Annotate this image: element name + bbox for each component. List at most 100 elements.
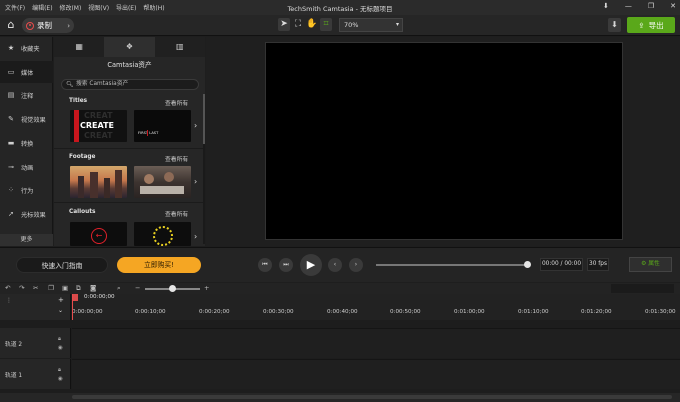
library-scrollbar[interactable] <box>203 94 205 244</box>
copy-icon[interactable]: ❐ <box>48 283 54 294</box>
section-title-callouts: Callouts <box>69 209 96 215</box>
film-icon: ▦ <box>75 42 83 51</box>
eye-icon[interactable]: ◉ <box>58 345 63 351</box>
magnet-icon[interactable]: ⋮ <box>6 297 12 304</box>
record-icon <box>26 21 34 30</box>
sidebar-item-favorites[interactable]: ★ 收藏夹 <box>0 37 53 59</box>
chevron-right-icon[interactable]: › <box>194 121 197 130</box>
chevron-right-icon[interactable]: › <box>67 22 70 30</box>
close-button[interactable]: ✕ <box>670 2 676 10</box>
callout-thumbnail-arrow[interactable]: ← <box>70 222 127 246</box>
search-input[interactable]: 🔍︎ 搜索 Camtasia资产 <box>61 79 199 90</box>
main-toolbar: ⌂ 录制 › ➤ ⛶ ✋ ⌗ 70% ▾ ⬇ ⇪ 导出 <box>0 15 680 36</box>
timeline-scroll-box[interactable] <box>611 284 674 293</box>
properties-label: 属性 <box>648 261 660 267</box>
download-icon[interactable]: ⬇ <box>608 18 621 32</box>
view-all-footage-link[interactable]: 查看所有 <box>165 154 188 163</box>
sidebar-item-visual-effects[interactable]: ✎ 视觉效果 <box>0 108 53 130</box>
lock-icon[interactable]: 🔒︎ <box>58 336 61 343</box>
window-controls: ⬇ — ❐ ✕ <box>603 2 676 10</box>
move-tool-icon[interactable]: ⛶ <box>292 18 304 31</box>
redo-icon[interactable]: ↷ <box>19 283 24 294</box>
chevron-right-icon[interactable]: › <box>194 232 197 241</box>
sidebar-item-label: 行为 <box>21 187 34 195</box>
red-divider <box>147 130 148 136</box>
ruler-label: 0:01:00;00 <box>454 309 485 315</box>
menu-modify[interactable]: 修改(M) <box>59 5 81 12</box>
zoom-in-icon[interactable]: + <box>204 283 209 294</box>
preview-canvas[interactable] <box>265 42 623 240</box>
zoom-out-icon[interactable]: − <box>135 283 140 294</box>
menu-help[interactable]: 帮助(H) <box>143 5 164 12</box>
seek-handle[interactable] <box>524 261 531 268</box>
footage-thumbnail-people[interactable] <box>134 166 191 198</box>
playhead[interactable] <box>72 294 73 320</box>
sidebar-item-transitions[interactable]: ▬ 转换 <box>0 132 53 154</box>
cut-icon[interactable]: ✂ <box>33 283 38 294</box>
ruler-label: 0:00:50;00 <box>390 309 421 315</box>
timeline-ruler[interactable]: 0:00:00;00 0:00:10;00 0:00:20;00 0:00:30… <box>72 294 680 320</box>
paste-icon[interactable]: ▣ <box>62 283 68 294</box>
snapshot-icon[interactable]: ◙ <box>90 283 96 294</box>
tab-assets[interactable]: ❖ <box>104 37 155 57</box>
view-all-callouts-link[interactable]: 查看所有 <box>165 209 188 218</box>
split-icon[interactable]: ⧉ <box>76 283 81 294</box>
home-icon[interactable]: ⌂ <box>5 19 17 31</box>
menu-file[interactable]: 文件(F) <box>5 5 25 12</box>
record-button[interactable]: 录制 › <box>22 18 74 33</box>
menu-view[interactable]: 视图(V) <box>88 5 109 12</box>
building-shape <box>90 172 98 198</box>
chevron-down-icon[interactable]: ⌄ <box>58 307 63 314</box>
menu-export[interactable]: 导出(E) <box>116 5 136 12</box>
sidebar-item-annotations[interactable]: ▤ 注释 <box>0 84 53 106</box>
title-thumbnail-create[interactable]: CREATE CREAT CREAT <box>70 110 127 142</box>
timeline-toolbar: ↶ ↷ ✂ ❐ ▣ ⧉ ◙ ⌕ − + <box>0 283 680 294</box>
add-track-icon[interactable]: + <box>58 296 64 304</box>
previous-icon[interactable]: ‹ <box>328 258 342 272</box>
play-icon[interactable]: ▶ <box>300 254 322 276</box>
download-icon[interactable]: ⬇ <box>603 2 609 10</box>
timeline-horizontal-scrollbar[interactable] <box>72 395 672 399</box>
lock-icon[interactable]: 🔒︎ <box>58 367 61 374</box>
search-icon: 🔍︎ <box>66 81 74 88</box>
tab-library[interactable]: ▥ <box>154 37 205 57</box>
section-title-footage: Footage <box>69 154 96 160</box>
crop-tool-icon[interactable]: ⌗ <box>320 18 332 31</box>
divider <box>54 202 205 203</box>
tab-media-bin[interactable]: ▦ <box>54 37 105 57</box>
quick-start-guide-button[interactable]: 快速入门指南 <box>16 257 108 273</box>
canvas-area <box>206 37 680 246</box>
menu-edit[interactable]: 编辑(E) <box>32 5 52 12</box>
track-header-2[interactable]: 轨道 2 🔒︎ ◉ <box>0 328 71 358</box>
eye-icon[interactable]: ◉ <box>58 376 63 382</box>
export-button[interactable]: ⇪ 导出 <box>627 17 675 33</box>
zoom-dropdown[interactable]: 70% ▾ <box>339 18 403 32</box>
title-thumbnail-first-last[interactable]: FIRST LAST <box>134 110 191 142</box>
track-header-1[interactable]: 轨道 1 🔒︎ ◉ <box>0 359 71 389</box>
undo-icon[interactable]: ↶ <box>5 283 10 294</box>
callout-thumbnail-ring[interactable] <box>134 222 191 246</box>
seek-bar[interactable] <box>376 264 528 266</box>
view-all-titles-link[interactable]: 查看所有 <box>165 98 188 107</box>
sidebar-item-media[interactable]: ▭ 媒体 <box>0 61 53 83</box>
sidebar-item-animations[interactable]: ⊸ 动画 <box>0 156 53 178</box>
step-forward-icon[interactable]: ⏭ <box>279 258 293 272</box>
restore-button[interactable]: ❐ <box>648 2 654 10</box>
pan-tool-icon[interactable]: ✋ <box>306 18 318 31</box>
playback-bar: 快速入门指南 立即购买! ⏮ ⏭ ▶ ‹ › 00:00 / 00:00 30 … <box>0 247 680 282</box>
track-lane-1[interactable] <box>72 359 680 389</box>
buy-now-button[interactable]: 立即购买! <box>117 257 201 273</box>
select-tool-icon[interactable]: ➤ <box>278 18 290 31</box>
next-icon[interactable]: › <box>349 258 363 272</box>
more-button[interactable]: 更多 <box>0 234 53 246</box>
properties-button[interactable]: ⚙ 属性 <box>629 257 672 272</box>
step-back-icon[interactable]: ⏮ <box>258 258 272 272</box>
footage-thumbnail-city[interactable] <box>70 166 127 198</box>
chevron-right-icon[interactable]: › <box>194 177 197 186</box>
sidebar-item-behaviors[interactable]: ⁘ 行为 <box>0 179 53 201</box>
track-lane-2[interactable] <box>72 328 680 358</box>
sidebar-item-cursor-effects[interactable]: ➚ 光标效果 <box>0 203 53 225</box>
ruler-label: 0:00:20;00 <box>199 309 230 315</box>
timeline-zoom-handle[interactable] <box>169 285 176 292</box>
minimize-button[interactable]: — <box>625 2 632 10</box>
